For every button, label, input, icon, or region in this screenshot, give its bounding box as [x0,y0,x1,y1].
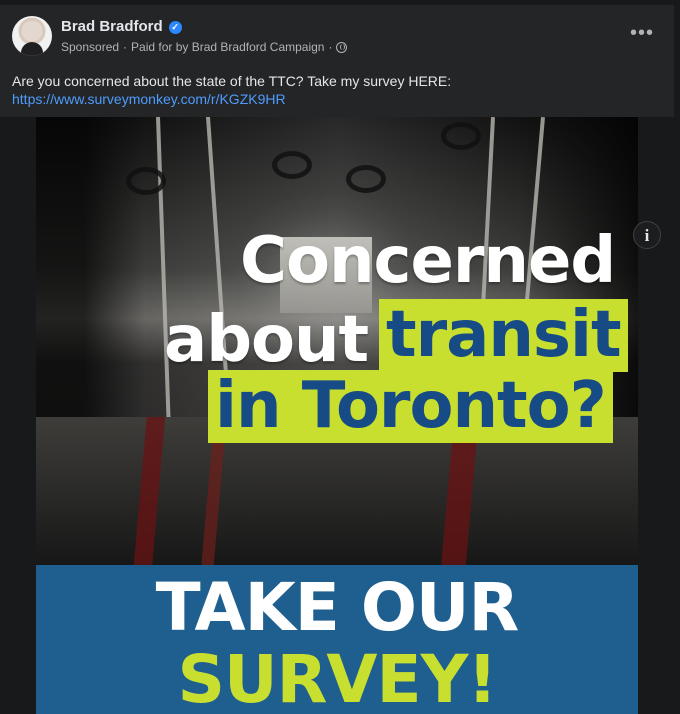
survey-link[interactable]: https://www.surveymonkey.com/r/KGZK9HR [12,91,286,107]
post-meta: Sponsored · Paid for by Brad Bradford Ca… [61,39,348,55]
more-options-icon[interactable]: ••• [630,23,653,43]
caption-text: Are you concerned about the state of the… [12,73,452,89]
author-name[interactable]: Brad Bradford [61,17,163,37]
verified-badge-icon: ✓ [168,20,182,34]
post-caption: Are you concerned about the state of the… [12,72,652,108]
headline-concerned: Concerned [240,224,616,298]
banner-survey: SURVEY! [177,641,497,714]
survey-banner: TAKE OUR SURVEY! [36,565,638,714]
headline-about: about [164,303,369,377]
ad-image[interactable]: Concerned about transit in Toronto? TAKE… [36,117,638,714]
sponsored-post: Brad Bradford ✓ Sponsored · Paid for by … [0,5,674,714]
post-header: Brad Bradford ✓ Sponsored · Paid for by … [0,5,674,65]
headline-in-toronto: in Toronto? [208,370,613,443]
author-row: Brad Bradford ✓ [61,17,182,37]
profile-avatar[interactable] [12,16,52,56]
info-icon[interactable]: i [633,221,661,249]
banner-take-our: TAKE OUR [155,569,520,646]
visibility-separator: · [328,40,333,54]
ad-media[interactable]: Concerned about transit in Toronto? TAKE… [0,117,674,714]
meta-separator: · [123,40,128,54]
paid-for-label[interactable]: Paid for by Brad Bradford Campaign [131,39,324,55]
globe-icon [336,41,348,53]
ad-headline: Concerned about transit in Toronto? [36,117,638,565]
headline-transit: transit [379,299,628,372]
sponsored-label: Sponsored [61,40,120,54]
